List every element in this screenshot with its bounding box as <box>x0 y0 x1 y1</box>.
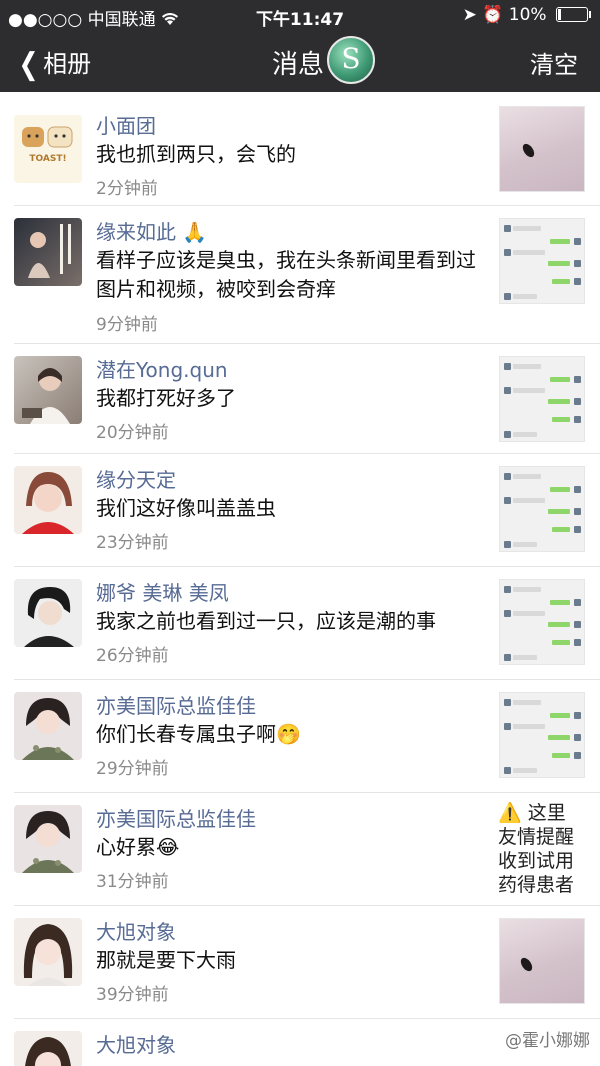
sender-name: 大旭对象 <box>96 1033 176 1057</box>
avatar[interactable] <box>14 579 82 647</box>
watermark: @霍小娜娜 <box>501 1025 594 1052</box>
message-time: 29分钟前 <box>96 759 169 779</box>
side-note-line: 药得患者 <box>498 874 575 896</box>
chat-screenshot-thumbnail[interactable] <box>499 466 585 552</box>
svg-text:TOAST!: TOAST! <box>29 154 66 164</box>
sender-name: 缘分天定 <box>96 468 176 492</box>
message-row[interactable]: 亦美国际总监佳佳 心好累😂 31分钟前 ⚠️ 这里 友情提醒 收到试用 药得患者 <box>0 793 600 906</box>
battery-icon <box>556 7 591 22</box>
back-button[interactable]: ❮ 相册 <box>16 44 92 82</box>
sender-name: 大旭对象 <box>96 920 176 944</box>
message-row[interactable]: 缘分天定 我们这好像叫盖盖虫 23分钟前 <box>0 454 600 567</box>
warning-icon: ⚠️ <box>498 802 522 824</box>
sender-name: 亦美国际总监佳佳 <box>96 694 256 718</box>
alarm-icon: ⏰ <box>482 5 504 25</box>
message-time: 9分钟前 <box>96 315 158 335</box>
chevron-left-icon: ❮ <box>18 47 39 82</box>
message-text: 心好累😂 <box>96 835 180 859</box>
nav-bar: ❮ 相册 消息 S 清空 <box>0 30 600 92</box>
avatar[interactable] <box>14 1031 82 1066</box>
avatar[interactable] <box>14 218 82 286</box>
avatar[interactable] <box>14 805 82 873</box>
side-note-line: 收到试用 <box>498 850 575 872</box>
message-text: 你们长春专属虫子啊🤭 <box>96 722 301 746</box>
message-text: 我们这好像叫盖盖虫 <box>96 496 276 520</box>
sender-name: 潜在Yong.qun <box>96 358 228 382</box>
avatar[interactable]: TOAST! <box>14 115 82 183</box>
location-icon: ➤ <box>462 5 477 25</box>
message-text: 那就是要下大雨 <box>96 948 236 972</box>
side-note-line: 友情提醒 <box>498 826 575 848</box>
message-time: 2分钟前 <box>96 179 158 199</box>
side-note: ⚠️ 这里 友情提醒 收到试用 药得患者 <box>498 801 588 897</box>
message-row[interactable]: 缘来如此 🙏 看样子应该是臭虫，我在头条新闻里看到过图片和视频，被咬到会奇痒 9… <box>0 206 600 344</box>
message-row[interactable]: 潜在Yong.qun 我都打死好多了 20分钟前 <box>0 344 600 454</box>
s-logo-icon: S <box>327 36 375 84</box>
chat-screenshot-thumbnail[interactable] <box>499 579 585 665</box>
avatar[interactable] <box>14 356 82 424</box>
sender-name: 小面团 <box>96 114 156 138</box>
chat-screenshot-thumbnail[interactable] <box>499 218 585 304</box>
bug-icon <box>518 955 535 974</box>
message-time: 31分钟前 <box>96 872 169 892</box>
bug-icon <box>520 141 537 160</box>
message-row[interactable]: 娜爷 美琳 美凤 我家之前也看到过一只，应该是潮的事 26分钟前 <box>0 567 600 680</box>
message-row[interactable]: 亦美国际总监佳佳 你们长春专属虫子啊🤭 29分钟前 <box>0 680 600 793</box>
message-time: 26分钟前 <box>96 646 169 666</box>
bug-photo-thumbnail[interactable] <box>499 106 585 192</box>
message-text: 我家之前也看到过一只，应该是潮的事 <box>96 609 436 633</box>
bug-photo-thumbnail[interactable] <box>499 918 585 1004</box>
chat-screenshot-thumbnail[interactable] <box>499 356 585 442</box>
battery-area: ➤ ⏰ 10% <box>462 5 591 25</box>
battery-percent: 10% <box>508 5 547 25</box>
message-time: 39分钟前 <box>96 985 169 1005</box>
clear-button[interactable]: 清空 <box>530 45 578 80</box>
message-row[interactable]: TOAST! 小面团 我也抓到两只，会飞的 2分钟前 <box>0 92 600 206</box>
sender-name: 亦美国际总监佳佳 <box>96 807 256 831</box>
message-text: 我也抓到两只，会飞的 <box>96 142 296 166</box>
side-note-line: 这里 <box>527 802 566 824</box>
message-time: 23分钟前 <box>96 533 169 553</box>
message-time: 20分钟前 <box>96 423 169 443</box>
sender-name: 娜爷 美琳 美凤 <box>96 581 229 605</box>
page-title: 消息 <box>272 50 325 80</box>
avatar[interactable] <box>14 466 82 534</box>
chat-screenshot-thumbnail[interactable] <box>499 692 585 778</box>
avatar[interactable] <box>14 918 82 986</box>
status-bar: ●●○○○ 中国联通 下午11:47 ➤ ⏰ 10% <box>0 0 600 30</box>
message-text: 看样子应该是臭虫，我在头条新闻里看到过图片和视频，被咬到会奇痒 <box>96 248 476 301</box>
sender-name: 缘来如此 🙏 <box>96 220 208 244</box>
avatar[interactable] <box>14 692 82 760</box>
back-label: 相册 <box>43 50 92 78</box>
message-row[interactable]: 大旭对象 那就是要下大雨 39分钟前 <box>0 906 600 1019</box>
message-text: 我都打死好多了 <box>96 386 236 410</box>
